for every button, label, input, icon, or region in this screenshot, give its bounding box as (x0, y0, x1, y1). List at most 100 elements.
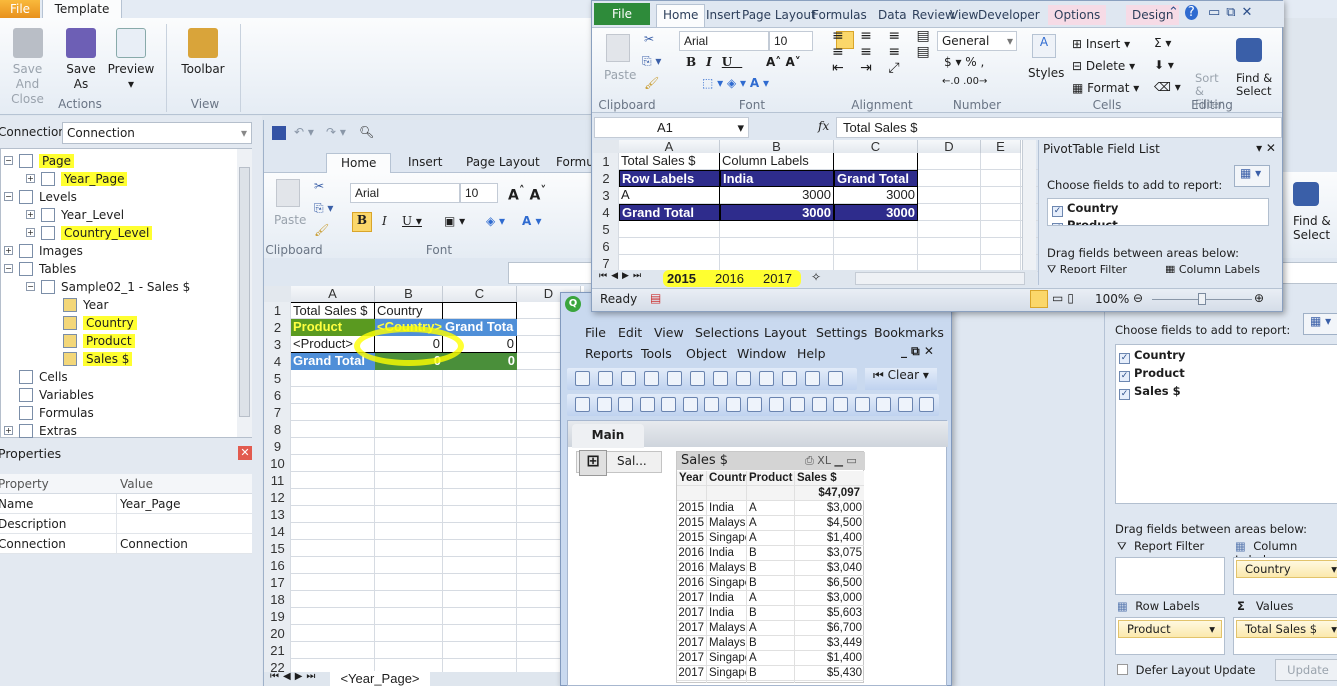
font-color-icon[interactable]: A ▾ (522, 214, 542, 228)
menu-item[interactable]: Layout (764, 325, 807, 340)
cell[interactable]: Grand Tota (443, 319, 517, 336)
format-painter-icon[interactable]: 🖌︎ (644, 76, 659, 90)
toolbar-button-icon[interactable] (768, 397, 784, 412)
row-header[interactable]: 17 (264, 574, 291, 591)
find-select-button[interactable]: Find & Select (1293, 214, 1337, 242)
bg-excel-tab[interactable]: Home (326, 153, 392, 173)
cell[interactable]: Total Sales $ (619, 153, 720, 170)
column-header[interactable]: A (291, 286, 375, 302)
menu-item[interactable]: Window (737, 346, 786, 361)
row-header[interactable]: 3 (593, 187, 619, 204)
menu-item[interactable]: Settings (816, 325, 867, 340)
tree-item[interactable]: Extras (19, 422, 77, 440)
ribbon-tab[interactable]: Developer (972, 5, 1046, 25)
copy-icon[interactable]: ⎘ ▾ (314, 201, 333, 216)
alignment-icons[interactable]: ≡ ≡ ≡ ▤ ≡ ≡ ≡ ▤ ⇤ ⇥ ⤢ (832, 28, 936, 76)
bold-italic-underline-buttons[interactable]: BIU (686, 55, 742, 69)
toolbar-button-icon[interactable] (598, 371, 613, 386)
row-header[interactable]: 20 (264, 625, 291, 642)
update-button[interactable]: Update (1275, 659, 1337, 681)
tree-item[interactable]: Year_Level (41, 206, 124, 224)
find-select-button[interactable]: Find & Select (1236, 72, 1280, 98)
row-header[interactable]: 13 (264, 506, 291, 523)
tree-item[interactable]: Sample02_1 - Sales $ (41, 278, 190, 296)
sheet-nav-arrows[interactable]: ⏮◀▶⏭ (599, 271, 645, 281)
expand-toggle-icon[interactable]: − (26, 282, 35, 291)
tree-item[interactable]: Images (19, 242, 83, 260)
expand-toggle-icon[interactable]: − (4, 156, 13, 165)
clear-button[interactable]: ⏮︎ Clear ▾ (865, 368, 937, 390)
menu-item[interactable]: Reports (585, 346, 633, 361)
row-header[interactable]: 10 (264, 455, 291, 472)
row-header[interactable]: 1 (264, 302, 291, 319)
row-header[interactable]: 9 (264, 438, 291, 455)
column-header[interactable]: A (619, 140, 720, 153)
sheet-nav-arrows[interactable]: ⏮◀▶⏭ (270, 671, 319, 682)
tree-scrollbar[interactable] (237, 149, 252, 437)
column-header[interactable]: Country (709, 471, 746, 486)
decimal-icons[interactable]: ←.0 .00→ (942, 76, 987, 87)
row-header[interactable]: 3 (264, 336, 291, 353)
tree-item[interactable]: Sales $ (63, 350, 133, 368)
toolbar-button-icon[interactable] (897, 397, 913, 412)
toolbar-button-icon[interactable] (713, 371, 728, 386)
property-row[interactable]: Name Year_Page (0, 494, 252, 514)
toolbar-button-icon[interactable] (596, 397, 612, 412)
ribbon-tab[interactable]: Formulas (806, 5, 873, 25)
row-header[interactable]: 4 (593, 204, 619, 221)
toolbar-button-icon[interactable] (661, 397, 676, 412)
column-field-country[interactable]: Country ▾ (1236, 560, 1337, 578)
field-layout-button[interactable]: ▦ ▾ (1303, 313, 1337, 335)
save-and-close-button[interactable]: Save And Close (0, 28, 55, 107)
font-size-box[interactable]: 10 (769, 31, 813, 51)
toolbar-button-icon[interactable] (618, 397, 633, 412)
ribbon-tab[interactable]: Home (656, 4, 706, 28)
styles-button[interactable]: Styles (1028, 66, 1064, 80)
toolbar-button-icon[interactable] (782, 371, 797, 386)
row-header[interactable]: 8 (264, 421, 291, 438)
currency-percent-icons[interactable]: $ ▾ % , (944, 55, 984, 69)
template-tab[interactable]: Template (42, 0, 122, 19)
zoom-slider-thumb[interactable] (1198, 293, 1206, 305)
row-header[interactable]: 2 (264, 319, 291, 336)
toolbar-button-icon[interactable] (575, 371, 590, 386)
cell[interactable]: India (720, 170, 834, 187)
cell[interactable]: Grand Total (834, 170, 918, 187)
grow-shrink-font-icon[interactable]: A˄ A˅ (766, 55, 801, 69)
zoom-out-button[interactable]: ⊖ (1133, 291, 1143, 305)
connection-dropdown[interactable]: Connection ▾ (62, 122, 252, 144)
menu-item[interactable]: Edit (618, 325, 642, 340)
formula-bar[interactable]: Total Sales $ (836, 117, 1282, 138)
bg-excel-tab[interactable]: Insert (394, 153, 456, 173)
copy-icon[interactable]: ⎘ ▾ (642, 54, 661, 69)
ribbon-tab[interactable]: File (594, 3, 650, 25)
column-header[interactable]: B (720, 140, 834, 153)
row-labels-area[interactable]: Product ▾ (1115, 617, 1225, 655)
menu-item[interactable]: Object (686, 346, 727, 361)
cell[interactable]: Column Labels (720, 153, 834, 170)
close-icon[interactable]: ▾ ✕ (1256, 141, 1276, 155)
insert-sheet-icon[interactable]: ✧ (811, 270, 821, 284)
field-checkbox[interactable]: ✓Product (1119, 366, 1185, 382)
cell[interactable]: 3000 (834, 204, 918, 221)
defer-layout-checkbox[interactable]: Defer Layout Update (1117, 663, 1256, 677)
sheet-tab-2017[interactable]: 2017 (763, 271, 792, 286)
cell[interactable]: 3000 (834, 187, 918, 204)
field-checkbox[interactable]: ✓ Country (1052, 201, 1118, 217)
zoom-in-button[interactable]: ⊕ (1254, 291, 1264, 305)
expand-toggle-icon[interactable]: + (4, 426, 13, 435)
sheet-tab-2016[interactable]: 2016 (715, 271, 744, 286)
cell[interactable]: 0 (443, 353, 517, 370)
expand-toggle-icon[interactable]: + (4, 246, 13, 255)
table-caption-icons[interactable]: ⎙ XL ▁ ▭ (805, 454, 857, 468)
field-checkbox[interactable]: ✓ Sales $ (1119, 384, 1181, 400)
property-row[interactable]: Connection Connection (0, 534, 252, 554)
cell[interactable]: 3000 (720, 187, 834, 204)
row-header[interactable]: 12 (264, 489, 291, 506)
cell[interactable]: Country (375, 302, 443, 319)
property-row[interactable]: Description (0, 514, 252, 534)
cell[interactable]: A (619, 187, 720, 204)
sheet-tab-year-page[interactable]: <Year_Page> (330, 671, 430, 686)
delete-button[interactable]: ⊟ Delete ▾ (1072, 55, 1139, 77)
column-header[interactable]: D (918, 140, 981, 153)
